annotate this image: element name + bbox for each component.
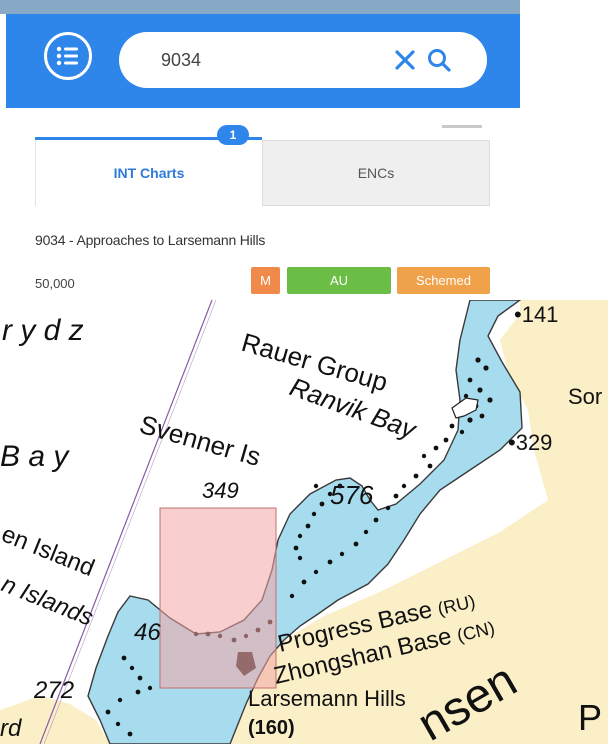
scroll-indicator: [442, 125, 482, 128]
map-label-bay: B a y: [0, 440, 70, 473]
map-label-depth-272: 272: [33, 677, 74, 704]
int-charts-count-badge: 1: [217, 125, 249, 145]
chart-map[interactable]: r y d z B a y Rauer Group Ranvik Bay Sve…: [0, 300, 608, 744]
badge-au: AU: [287, 267, 391, 294]
map-label-prydz: r y d z: [2, 314, 84, 347]
chart-scale: 50,000: [35, 276, 75, 291]
map-label-p: P: [578, 697, 602, 738]
search-field: [119, 32, 487, 88]
tab-int-charts[interactable]: INT Charts: [35, 140, 262, 206]
chart-name: Approaches to Larsemann Hills: [76, 232, 266, 248]
map-canvas: r y d z B a y Rauer Group Ranvik Bay Sve…: [0, 300, 608, 744]
menu-button[interactable]: [44, 32, 92, 80]
badge-schemed: Schemed: [397, 267, 490, 294]
map-label-depth-576: 576: [330, 480, 374, 510]
result-title[interactable]: 9034 - Approaches to Larsemann Hills: [35, 232, 265, 248]
map-label-height-141: •141: [514, 302, 558, 327]
map-label-depth-46: 46: [134, 619, 161, 646]
badge-m: M: [251, 267, 280, 294]
search-icon[interactable]: [426, 47, 452, 73]
map-label-larsemann-hills: Larsemann Hills: [248, 686, 406, 711]
chart-number: 9034: [35, 232, 66, 248]
chart-coverage-rectangle[interactable]: [159, 507, 277, 689]
title-separator: -: [65, 232, 77, 248]
window-top-strip: [0, 0, 520, 14]
search-input[interactable]: [161, 48, 381, 72]
clear-icon[interactable]: [393, 48, 417, 72]
map-label-rd: rd: [0, 715, 22, 742]
tab-encs[interactable]: ENCs: [262, 140, 490, 206]
map-label-height-160: (160): [248, 717, 295, 739]
map-label-height-329: •329: [508, 430, 552, 455]
map-label-depth-349: 349: [202, 478, 239, 503]
chart-type-tabs: INT Charts ENCs: [35, 137, 490, 206]
map-label-sor: Sor: [568, 384, 602, 409]
list-menu-icon: [56, 46, 78, 66]
